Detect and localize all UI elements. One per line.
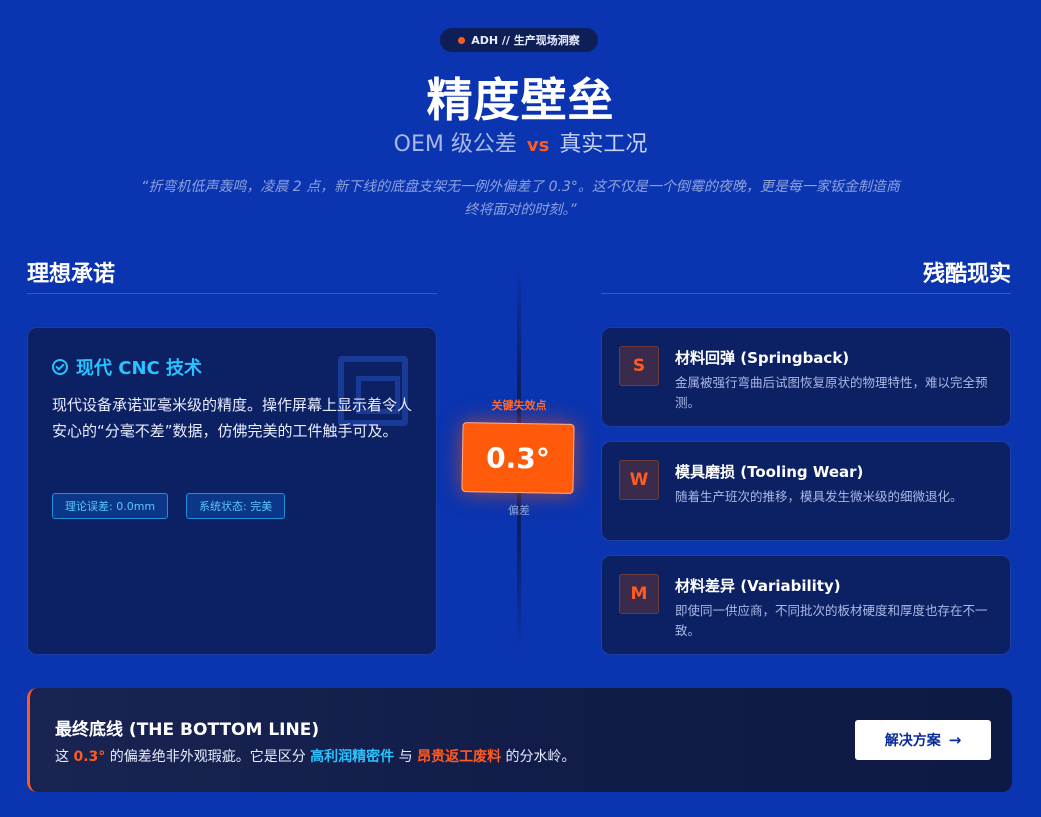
intro-quote: “折弯机低声轰鸣，凌晨 2 点，新下线的底盘支架无一例外偏差了 0.3°。这不仅… — [141, 179, 900, 218]
deviation-caption: 偏差 — [508, 504, 530, 517]
reality-card-title: 材料差异 (Variability) — [675, 577, 841, 595]
check-circle-icon — [52, 359, 68, 375]
scrap-highlight: 昂贵返工废料 — [417, 749, 502, 765]
status-dot-icon — [458, 36, 466, 44]
bottom-text-part: 的偏差绝非外观瑕疵。它是区分 — [105, 749, 311, 765]
bottom-line-panel: 最终底线 (THE BOTTOM LINE) 这 0.3° 的偏差绝非外观瑕疵。… — [27, 688, 1012, 792]
bottom-text-part: 的分水岭。 — [501, 749, 576, 765]
cnc-card-body: 现代设备承诺亚毫米级的精度。操作屏幕上显示着令人安心的“分毫不差”数据，仿佛完美… — [52, 396, 413, 440]
subtitle-left: OEM 级公差 — [393, 132, 517, 157]
profit-highlight: 高利润精密件 — [310, 749, 395, 765]
bottom-line-title: 最终底线 (THE BOTTOM LINE) — [55, 720, 320, 740]
cnc-card-title: 现代 CNC 技术 — [76, 358, 203, 379]
solution-button[interactable]: 解决方案 → — [855, 720, 991, 760]
reality-divider — [601, 293, 1011, 294]
reality-card-title: 模具磨损 (Tooling Wear) — [675, 463, 864, 481]
solution-button-label: 解决方案 — [884, 733, 941, 749]
cnc-card-header: 现代 CNC 技术 — [52, 354, 202, 380]
reality-heading: 残酷现实 — [922, 262, 1011, 287]
bottom-line-text: 这 0.3° 的偏差绝非外观瑕疵。它是区分 高利润精密件 与 昂贵返工废料 的分… — [55, 746, 576, 766]
reality-card-desc: 金属被强行弯曲后试图恢复原状的物理特性，难以完全预测。 — [675, 375, 988, 410]
deviation-value-box: 0.3° — [461, 422, 575, 494]
reality-card-tooling-wear: W 模具磨损 (Tooling Wear) 随着生产班次的推移，模具发生微米级的… — [601, 441, 1011, 541]
badge-label: ADH // 生产现场洞察 — [471, 34, 580, 47]
deviation-value: 0.3° — [485, 440, 551, 476]
springback-letter-icon: S — [619, 346, 659, 386]
reality-card-springback: S 材料回弹 (Springback) 金属被强行弯曲后试图恢复原状的物理特性，… — [601, 327, 1011, 427]
page-title: 精度壁垒 — [426, 73, 615, 127]
system-status-chip: 系统状态: 完美 — [186, 493, 286, 519]
ideal-heading: 理想承诺 — [27, 262, 116, 287]
cnc-card: 现代 CNC 技术 现代设备承诺亚毫米级的精度。操作屏幕上显示着令人安心的“分毫… — [27, 327, 437, 655]
reality-card-desc: 随着生产班次的推移，模具发生微米级的细微退化。 — [675, 489, 963, 504]
subtitle-right: 真实工况 — [559, 132, 648, 157]
reality-card-variability: M 材料差异 (Variability) 即使同一供应商，不同批次的板材硬度和厚… — [601, 555, 1011, 655]
deviation-highlight: 0.3° — [73, 749, 106, 765]
subtitle-vs: vs — [526, 135, 550, 156]
arrow-right-icon: → — [948, 731, 962, 749]
ideal-divider — [27, 293, 437, 294]
reality-card-desc: 即使同一供应商，不同批次的板材硬度和厚度也存在不一致。 — [675, 603, 988, 638]
variability-letter-icon: M — [619, 574, 659, 614]
page-subtitle: OEM 级公差 vs 真实工况 — [0, 126, 1041, 158]
tolerance-chip: 理论误差: 0.0mm — [52, 493, 169, 519]
bottom-text-part: 这 — [55, 749, 74, 765]
tooling-wear-letter-icon: W — [619, 460, 659, 500]
bottom-text-part: 与 — [394, 749, 418, 765]
failure-point-label: 关键失效点 — [491, 399, 547, 412]
header-badge: ADH // 生产现场洞察 — [440, 28, 598, 52]
reality-card-title: 材料回弹 (Springback) — [675, 349, 850, 367]
